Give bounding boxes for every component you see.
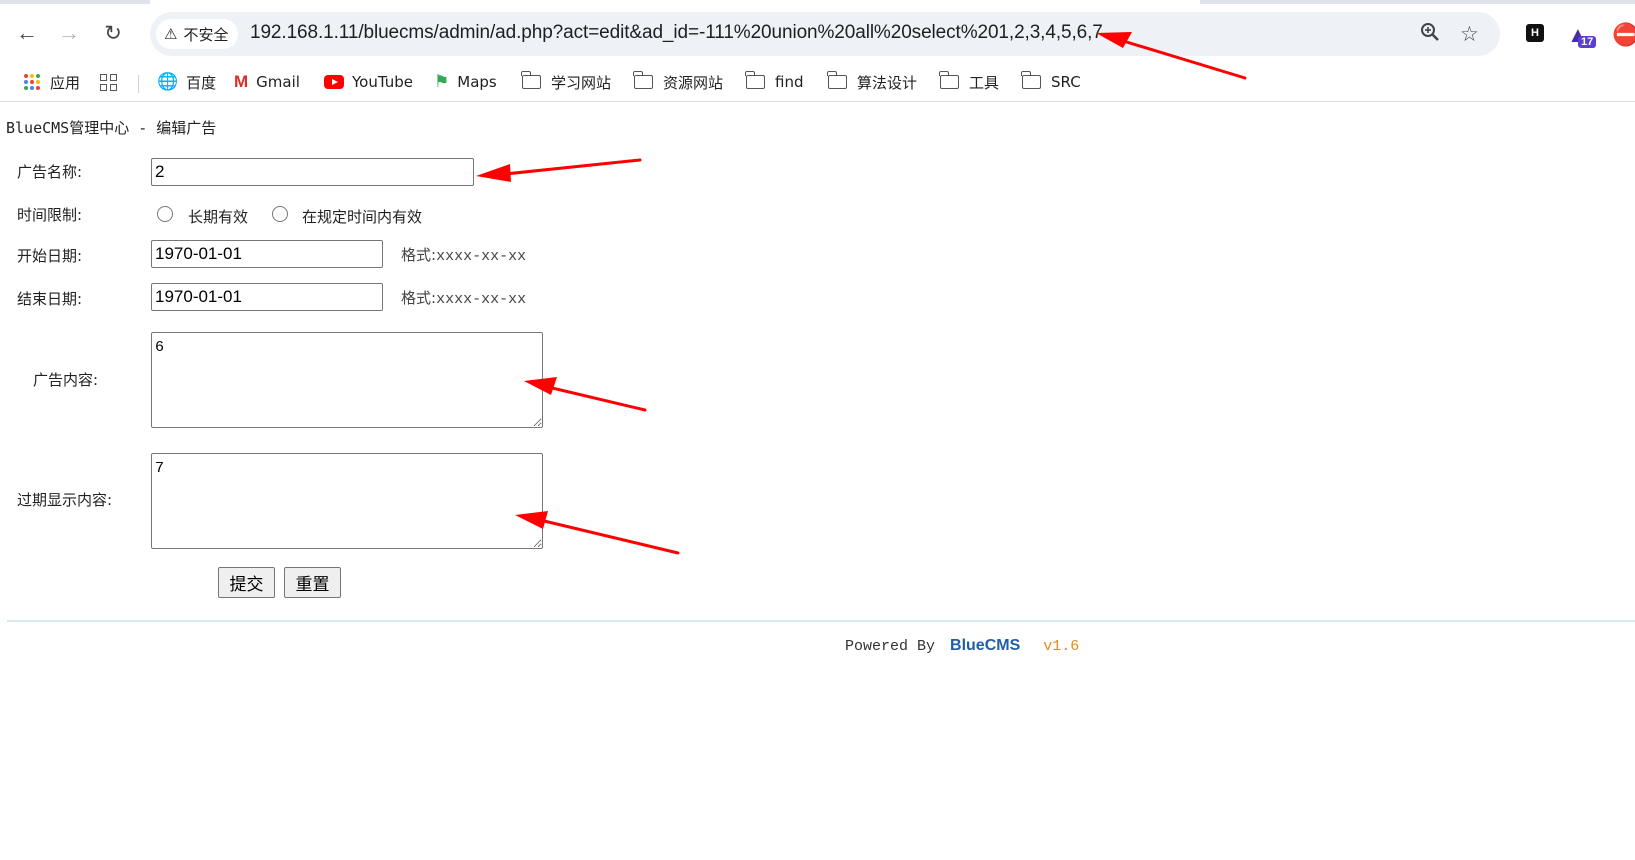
required-mark: * xyxy=(492,168,498,181)
zoom-icon[interactable] xyxy=(1420,22,1440,48)
gmail-icon: M xyxy=(234,72,249,91)
folder-icon xyxy=(521,71,541,89)
bookmark-folder-tools[interactable]: 工具 xyxy=(939,70,999,94)
apps-icon xyxy=(24,74,40,90)
radio-long-term[interactable] xyxy=(157,206,173,222)
expired-content-textarea[interactable]: 7 xyxy=(151,453,543,549)
bookmark-tiles[interactable] xyxy=(100,70,117,94)
end-date-label: 结束日期: xyxy=(17,290,83,308)
time-limit-label: 时间限制: xyxy=(17,206,83,224)
footer-divider xyxy=(7,620,1635,622)
security-label: 不安全 xyxy=(183,25,229,44)
end-date-input[interactable] xyxy=(151,283,383,311)
folder-icon xyxy=(633,71,653,89)
page-content: BlueCMS管理中心 - 编辑广告 广告名称: * 时间限制: 长期有效 在规… xyxy=(0,103,1635,860)
extension-blocked-icon[interactable]: ⛔ xyxy=(1612,22,1635,48)
start-date-label: 开始日期: xyxy=(17,247,83,265)
end-date-format-hint: 格式:xxxx-xx-xx xyxy=(401,289,527,308)
version-text: v1.6 xyxy=(1043,638,1080,655)
bookmark-folder-algorithms[interactable]: 算法设计 xyxy=(827,70,917,94)
ad-name-input[interactable] xyxy=(151,158,474,186)
forward-icon[interactable]: → xyxy=(54,18,84,48)
back-icon[interactable]: ← xyxy=(12,18,42,48)
footer: Powered By BlueCMS v1.6 xyxy=(845,637,1079,655)
url-text[interactable]: 192.168.1.11/bluecms/admin/ad.php?act=ed… xyxy=(250,22,1103,44)
youtube-icon xyxy=(324,75,344,89)
reload-icon[interactable]: ↻ xyxy=(98,18,128,48)
powered-by-text: Powered By xyxy=(845,638,936,655)
bookmarks-separator xyxy=(138,75,139,93)
folder-icon xyxy=(939,71,959,89)
tiles-icon xyxy=(100,73,117,91)
bookmark-baidu[interactable]: 🌐 百度 xyxy=(157,70,216,94)
start-date-format-hint: 格式:xxxx-xx-xx xyxy=(401,246,527,265)
folder-icon xyxy=(745,71,765,89)
bookmark-apps[interactable]: 应用 xyxy=(24,70,80,94)
ad-content-label: 广告内容: xyxy=(33,371,99,389)
start-date-input[interactable] xyxy=(151,240,383,268)
radio-time-range-label: 在规定时间内有效 xyxy=(302,208,423,226)
address-bar[interactable]: ⚠ 不安全 192.168.1.11/bluecms/admin/ad.php?… xyxy=(150,12,1500,56)
folder-icon xyxy=(827,71,847,89)
maps-icon: ⚑ xyxy=(434,72,450,92)
browser-toolbar: ← → ↻ ⚠ 不安全 192.168.1.11/bluecms/admin/a… xyxy=(0,4,1635,62)
globe-icon: 🌐 xyxy=(157,72,179,92)
bookmark-maps[interactable]: ⚑ Maps xyxy=(434,70,497,94)
radio-time-range[interactable] xyxy=(272,206,288,222)
reset-button[interactable]: 重置 xyxy=(284,567,341,598)
bookmark-folder-study[interactable]: 学习网站 xyxy=(521,70,611,94)
security-chip[interactable]: ⚠ 不安全 xyxy=(156,19,239,49)
bookmark-gmail[interactable]: M Gmail xyxy=(234,70,300,94)
warning-icon: ⚠ xyxy=(164,25,178,43)
bookmark-folder-find[interactable]: find xyxy=(745,70,803,94)
submit-button[interactable]: 提交 xyxy=(218,567,275,598)
bookmark-star-icon[interactable]: ☆ xyxy=(1460,22,1479,47)
bookmark-folder-resources[interactable]: 资源网站 xyxy=(633,70,723,94)
ad-name-label: 广告名称: xyxy=(17,163,83,181)
radio-long-term-label: 长期有效 xyxy=(188,208,249,226)
extension-badge: 17 xyxy=(1578,36,1597,48)
expired-content-label: 过期显示内容: xyxy=(17,491,113,509)
folder-icon xyxy=(1021,71,1041,89)
ad-content-textarea[interactable]: 6 xyxy=(151,332,543,428)
bookmarks-bar: 应用 🌐 百度 M Gmail YouTube ⚑ Maps 学习网站 资源网站… xyxy=(0,62,1635,102)
bookmark-folder-src[interactable]: SRC xyxy=(1021,70,1081,94)
extension-h-icon[interactable]: H xyxy=(1526,24,1544,42)
breadcrumb: BlueCMS管理中心 - 编辑广告 xyxy=(6,119,217,137)
bookmark-youtube[interactable]: YouTube xyxy=(324,70,413,94)
brand-link[interactable]: BlueCMS xyxy=(950,637,1020,654)
